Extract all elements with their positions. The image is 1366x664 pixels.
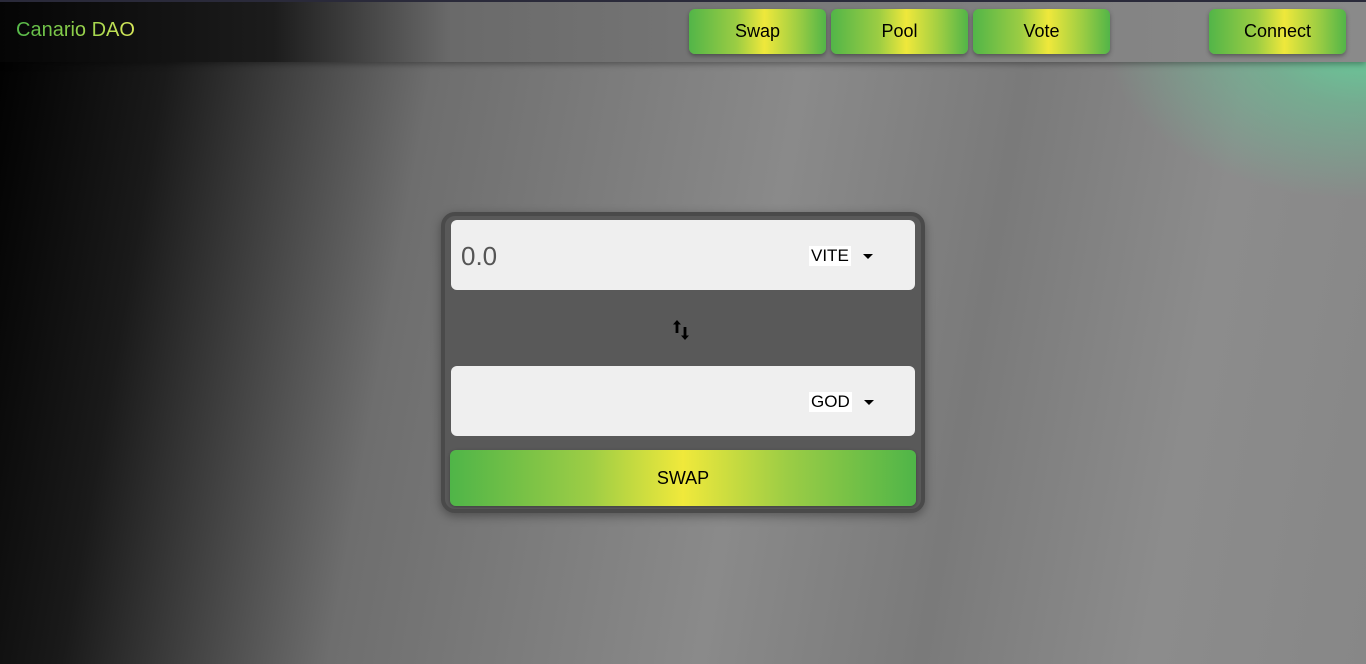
to-token-row: GOD bbox=[451, 366, 915, 436]
from-token-row: VITE bbox=[451, 220, 915, 290]
connect-wallet-button[interactable]: Connect bbox=[1209, 9, 1346, 54]
swap-vertical-arrows-icon bbox=[673, 320, 689, 340]
swap-submit-button[interactable]: SWAP bbox=[450, 450, 916, 506]
swap-card: VITE GOD SWAP bbox=[441, 212, 925, 513]
chevron-down-icon bbox=[862, 253, 873, 259]
nav-vote-button[interactable]: Vote bbox=[973, 9, 1110, 54]
nav-pool-button[interactable]: Pool bbox=[831, 9, 968, 54]
to-amount-input[interactable] bbox=[459, 380, 783, 424]
from-token-label: VITE bbox=[809, 246, 851, 266]
from-token-select[interactable]: VITE bbox=[809, 245, 873, 267]
to-token-select[interactable]: GOD bbox=[809, 391, 874, 413]
chevron-down-icon bbox=[863, 399, 874, 405]
to-token-label: GOD bbox=[809, 392, 852, 412]
from-amount-input[interactable] bbox=[459, 234, 783, 278]
top-navbar: Canario DAO Swap Pool Vote Connect bbox=[0, 0, 1366, 62]
brand-logo-text[interactable]: Canario DAO bbox=[16, 19, 135, 42]
switch-tokens-button[interactable] bbox=[667, 316, 695, 344]
nav-swap-button[interactable]: Swap bbox=[689, 9, 826, 54]
